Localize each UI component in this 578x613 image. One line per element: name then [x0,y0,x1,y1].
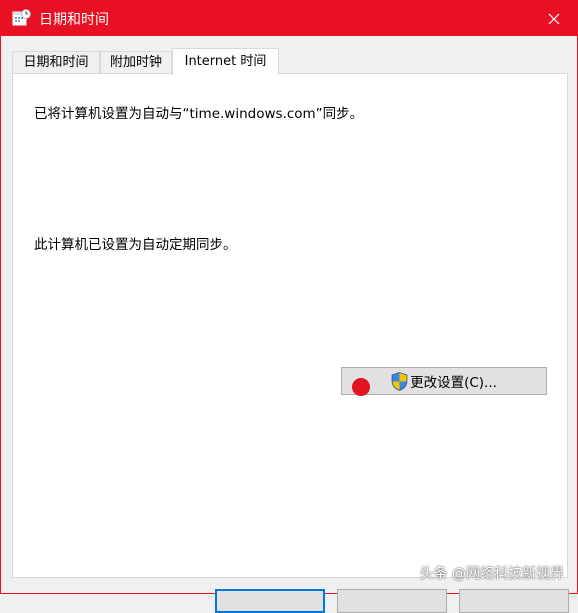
watermark: 头条 @网络科技新视界 [419,566,564,582]
change-settings-label: 更改设置(C)... [410,375,497,391]
date-time-dialog: 日期和时间 日期和时间 附加时钟 Internet 时间 已将计算机设置为自动与… [0,0,578,613]
ok-button[interactable] [215,589,325,613]
title-bar: 日期和时间 [1,1,577,36]
sync-status-message: 此计算机已设置为自动定期同步。 [34,237,237,253]
cancel-button[interactable] [337,589,447,613]
tab-date-time[interactable]: 日期和时间 [12,51,100,74]
window-title: 日期和时间 [39,12,109,28]
apply-button[interactable] [459,589,569,613]
tab-internet-time[interactable]: Internet 时间 [172,48,279,75]
date-time-icon [12,9,31,26]
tab-additional-clocks[interactable]: 附加时钟 [100,51,172,74]
sync-message: 已将计算机设置为自动与“time.windows.com”同步。 [34,106,364,122]
close-icon [548,13,560,24]
change-settings-button[interactable]: 更改设置(C)... [341,367,547,395]
uac-shield-icon [391,371,408,391]
internet-time-panel: 已将计算机设置为自动与“time.windows.com”同步。 此计算机已设置… [12,73,568,578]
close-button[interactable] [531,1,577,36]
click-marker [352,378,370,396]
